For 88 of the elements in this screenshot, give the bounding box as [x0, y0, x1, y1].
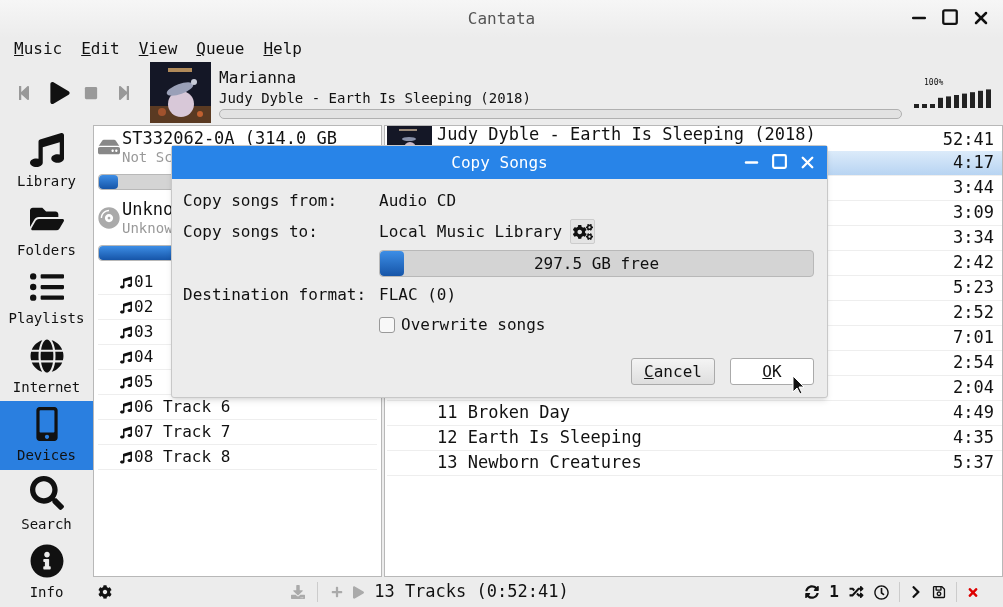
- menu-item[interactable]: Help: [263, 37, 302, 61]
- track-duration: 3:09: [953, 201, 995, 225]
- volume-icon[interactable]: [914, 87, 992, 108]
- single-toggle[interactable]: 1: [829, 580, 839, 604]
- menu-item[interactable]: Music: [14, 37, 63, 61]
- track-duration: 3:34: [953, 226, 995, 250]
- device-track[interactable]: 06 Track 6: [134, 395, 231, 419]
- field-label: Destination format:: [183, 284, 368, 306]
- track-duration: 2:54: [953, 351, 995, 375]
- maximize-icon[interactable]: [941, 8, 959, 26]
- volume-label: 100%: [924, 77, 944, 88]
- device-track[interactable]: 01: [134, 270, 154, 294]
- field-label: Copy songs to:: [183, 220, 319, 243]
- device-name[interactable]: ST332062-0A (314.0 GB: [122, 128, 337, 149]
- configure-button[interactable]: [570, 219, 596, 244]
- music-note-icon: [120, 400, 132, 414]
- device-track[interactable]: 05: [134, 370, 154, 394]
- track-subtitle: Judy Dyble - Earth Is Sleeping (2018): [219, 88, 532, 107]
- field-value: FLAC (0): [379, 284, 458, 306]
- music-note-icon: [120, 425, 132, 439]
- track-duration: 2:04: [953, 376, 995, 400]
- dialog-title: Copy Songs: [451, 151, 548, 174]
- sidebar-item[interactable]: Internet: [0, 332, 93, 401]
- settings-icon[interactable]: [98, 585, 112, 599]
- mouse-pointer-icon: [792, 375, 805, 395]
- track-duration: 5:23: [953, 276, 995, 300]
- track-duration: 5:37: [953, 451, 995, 475]
- info-icon: [29, 544, 64, 579]
- gears-icon: [572, 221, 593, 242]
- field-value: Local Music Library: [379, 220, 563, 243]
- menu-item[interactable]: Edit: [81, 37, 120, 61]
- track-summary: 13 Tracks (0:52:41): [374, 580, 569, 604]
- album-header: Judy Dyble - Earth Is Sleeping (2018): [437, 126, 817, 143]
- track-duration: 4:49: [953, 401, 995, 425]
- device-track[interactable]: 04: [134, 345, 154, 369]
- music-note-icon: [120, 375, 132, 389]
- track-duration: 7:01: [953, 326, 995, 350]
- menu-item[interactable]: Queue: [196, 37, 245, 61]
- track-title: Marianna: [219, 66, 298, 89]
- device-track[interactable]: 08 Track 8: [134, 445, 231, 469]
- sidebar-item[interactable]: Search: [0, 469, 93, 538]
- shuffle-icon[interactable]: [849, 585, 864, 599]
- globe-icon: [29, 338, 64, 373]
- music-note-icon: [29, 133, 64, 168]
- sidebar-item[interactable]: Info: [0, 538, 93, 607]
- chevron-right-icon[interactable]: [910, 585, 922, 599]
- play-icon[interactable]: [50, 81, 70, 104]
- playlist-row[interactable]: 13 Newborn Creatures 5:37: [387, 451, 1002, 476]
- playlist-row[interactable]: 12 Earth Is Sleeping 4:35: [387, 426, 1002, 451]
- window-title: Cantata: [467, 8, 536, 30]
- track-name: 12 Earth Is Sleeping: [436, 426, 643, 450]
- free-space-text: 297.5 GB free: [533, 252, 660, 275]
- field-label: Copy songs from:: [183, 190, 339, 212]
- device-status: Not Sc: [122, 149, 174, 166]
- clear-icon[interactable]: [967, 585, 979, 599]
- track-name: 11 Broken Day: [436, 401, 572, 425]
- clock-icon[interactable]: [874, 584, 889, 600]
- sidebar-item[interactable]: Folders: [0, 195, 93, 264]
- track-duration: 2:52: [953, 301, 995, 325]
- menu-item[interactable]: View: [138, 37, 178, 61]
- save-icon[interactable]: [932, 585, 946, 599]
- track-name: 13 Newborn Creatures: [436, 451, 643, 475]
- music-note-icon: [120, 450, 132, 464]
- dialog-button[interactable]: Cancel: [631, 358, 715, 385]
- dialog-button[interactable]: OK: [730, 358, 814, 385]
- album-duration: 52:41: [942, 128, 995, 150]
- repeat-icon[interactable]: [805, 585, 820, 599]
- device-track[interactable]: 03: [134, 320, 154, 344]
- music-note-icon: [120, 350, 132, 364]
- checkbox-label[interactable]: Overwrite songs: [401, 313, 546, 337]
- field-value: Audio CD: [379, 190, 458, 212]
- device-track[interactable]: 07 Track 7: [134, 420, 231, 444]
- checkbox[interactable]: [379, 317, 395, 333]
- device-name[interactable]: Unkno: [122, 199, 174, 220]
- sidebar-item[interactable]: Devices: [0, 401, 93, 470]
- sidebar-item[interactable]: Playlists: [0, 264, 93, 333]
- music-note-icon: [120, 300, 132, 314]
- playlist-row[interactable]: 11 Broken Day 4:49: [387, 401, 1002, 426]
- track-duration: 3:44: [953, 176, 995, 200]
- device-status: Unknow: [122, 220, 174, 237]
- search-icon: [29, 475, 64, 510]
- device-track[interactable]: 02: [134, 295, 154, 319]
- sidebar-item[interactable]: Library: [0, 127, 93, 196]
- track-duration: 2:42: [953, 251, 995, 275]
- track-duration: 4:17: [953, 151, 995, 175]
- music-note-icon: [120, 275, 132, 289]
- track-duration: 4:35: [953, 426, 995, 450]
- music-note-icon: [120, 325, 132, 339]
